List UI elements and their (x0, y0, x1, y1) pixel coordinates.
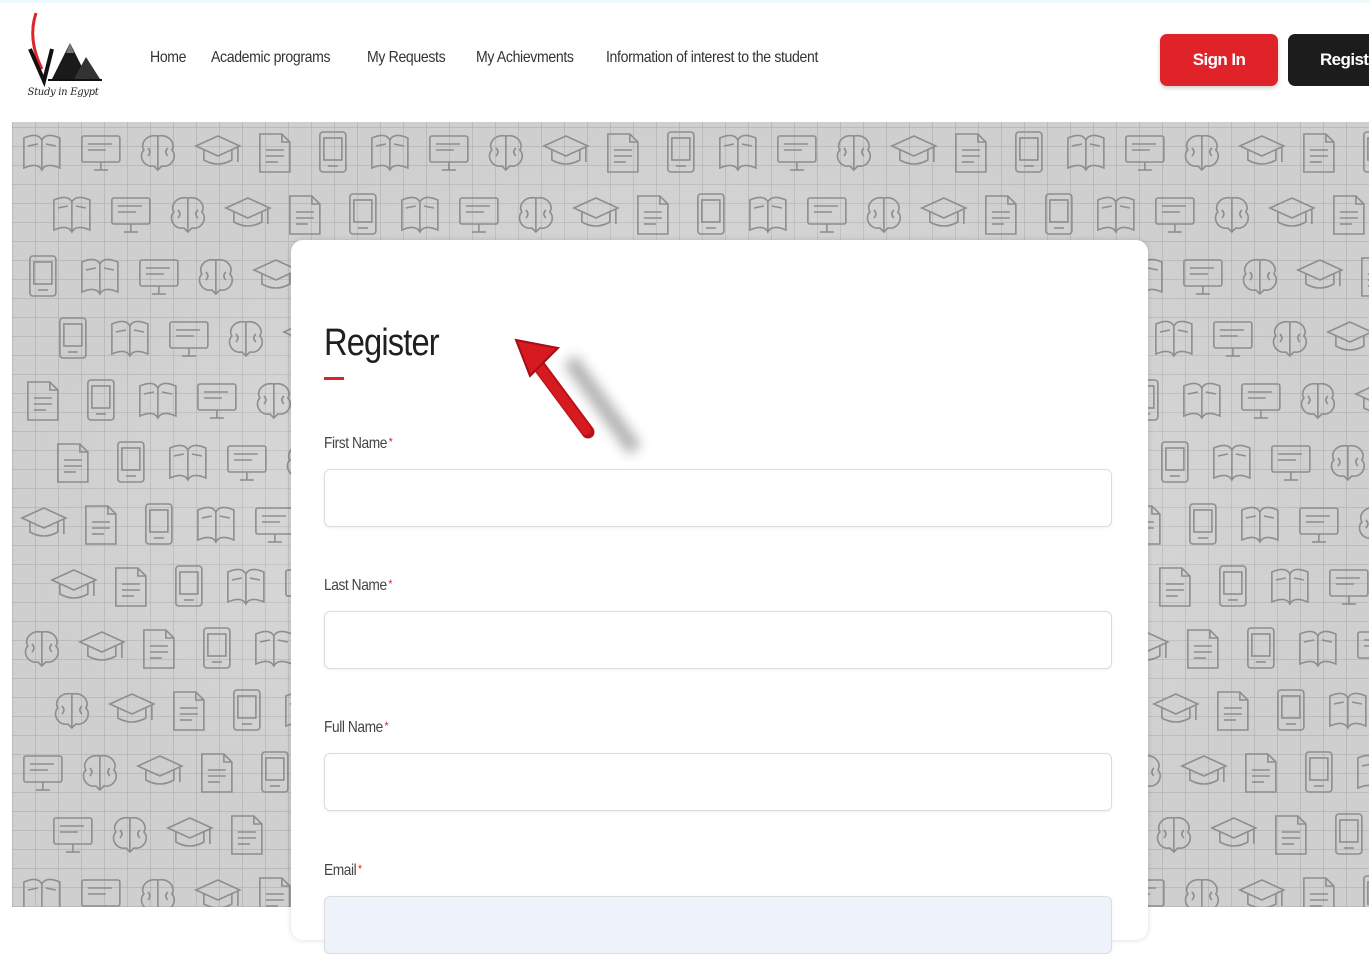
required-mark: * (384, 719, 389, 733)
full-name-input[interactable] (324, 753, 1112, 811)
site-logo[interactable]: Study in Egypt (22, 9, 104, 111)
register-form-card: Register First Name * Last Name * Full Nam… (291, 240, 1148, 954)
first-name-label-text: First Name (324, 435, 387, 452)
main-nav: Home Academic programs My Requests My Ac… (150, 49, 847, 67)
nav-my-requests[interactable]: My Requests (367, 49, 446, 67)
first-name-label: First Name * (324, 435, 393, 453)
signin-button[interactable]: Sign In (1160, 34, 1278, 86)
last-name-label: Last Name * (324, 577, 392, 595)
title-underline (324, 377, 344, 380)
full-name-label: Full Name * (324, 719, 389, 737)
nav-home[interactable]: Home (150, 49, 187, 67)
nav-information-of-interest[interactable]: Information of interest to the student (606, 49, 818, 67)
first-name-input[interactable] (324, 469, 1112, 527)
email-label: Email * (324, 862, 362, 880)
pyramid-logo-icon (28, 12, 102, 88)
nav-my-achievments[interactable]: My Achievments (476, 49, 574, 67)
email-input[interactable] (324, 896, 1112, 954)
page-title: Register (324, 322, 440, 364)
register-button[interactable]: Register (1288, 34, 1369, 86)
required-mark: * (388, 435, 393, 449)
red-arrow-pointer-icon (514, 338, 642, 455)
last-name-input[interactable] (324, 611, 1112, 669)
site-header: Study in Egypt Home Academic programs My… (0, 0, 1369, 121)
full-name-label-text: Full Name (324, 719, 383, 736)
logo-caption: Study in Egypt (27, 87, 99, 98)
email-label-text: Email (324, 862, 357, 879)
last-name-label-text: Last Name (324, 577, 387, 594)
nav-academic-programs[interactable]: Academic programs (211, 49, 331, 67)
required-mark: * (388, 577, 392, 591)
required-mark: * (357, 862, 362, 876)
